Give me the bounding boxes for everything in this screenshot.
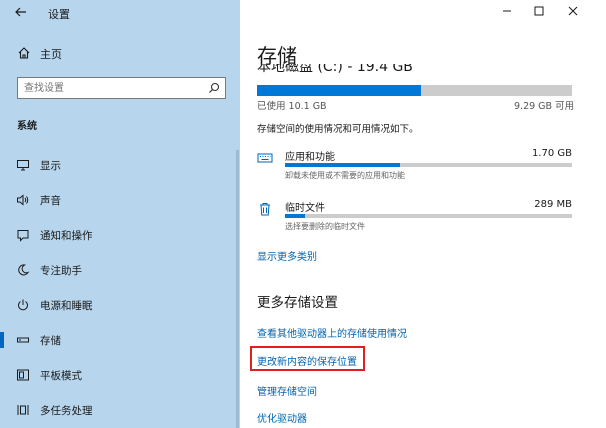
manage-storage-spaces-link[interactable]: 管理存储空间 <box>257 383 317 398</box>
keyboard-icon <box>257 153 273 163</box>
arrow-left-icon <box>15 7 26 17</box>
sidebar-item-power-sleep[interactable]: 电源和睡眠 <box>0 291 240 319</box>
change-save-location-link[interactable]: 更改新内容的保存位置 <box>257 353 357 368</box>
sidebar-item-display[interactable]: 显示 <box>0 151 240 179</box>
sidebar-titlebar: 设置 <box>0 0 240 26</box>
sidebar-item-notifications[interactable]: 通知和操作 <box>0 221 240 249</box>
available-space-label: 9.29 GB 可用 <box>514 101 575 112</box>
home-nav-item[interactable]: 主页 <box>0 42 240 66</box>
home-label: 主页 <box>40 48 62 61</box>
category-name: 应用和功能 <box>285 152 335 163</box>
sidebar-item-label: 通知和操作 <box>40 230 93 242</box>
sidebar-item-sound[interactable]: 声音 <box>0 186 240 214</box>
sidebar-item-label: 专注助手 <box>40 265 82 277</box>
sidebar-item-label: 多任务处理 <box>40 405 93 417</box>
search-icon[interactable] <box>208 82 220 94</box>
storage-usage-bar <box>257 85 572 96</box>
drive-title: 本地磁盘 (C:) - 19.4 GB <box>257 64 413 75</box>
notification-icon <box>17 230 29 242</box>
app-title: 设置 <box>48 8 70 21</box>
maximize-icon <box>534 6 544 16</box>
storage-description: 存储空间的使用情况和可用情况如下。 <box>257 124 419 135</box>
speaker-icon <box>17 194 29 206</box>
category-description: 卸载未使用或不需要的应用和功能 <box>285 171 405 180</box>
moon-icon <box>18 264 30 276</box>
category-temp-files[interactable]: 临时文件 289 MB 选择要删除的临时文件 <box>257 199 572 235</box>
sidebar-item-label: 电源和睡眠 <box>40 300 93 312</box>
optimize-drives-link[interactable]: 优化驱动器 <box>257 410 307 425</box>
multitask-icon <box>17 405 29 415</box>
view-other-drives-link[interactable]: 查看其他驱动器上的存储使用情况 <box>257 325 407 340</box>
sidebar-item-label: 存储 <box>40 335 61 347</box>
category-size: 1.70 GB <box>531 148 572 159</box>
sidebar-item-label: 声音 <box>40 195 61 207</box>
sidebar-scrollbar[interactable] <box>236 150 239 428</box>
more-storage-settings-title: 更多存储设置 <box>257 295 338 311</box>
sidebar-item-multitasking[interactable]: 多任务处理 <box>0 396 240 424</box>
home-icon <box>18 47 30 59</box>
minimize-button[interactable] <box>500 5 514 19</box>
sidebar-item-storage[interactable]: 存储 <box>0 326 240 354</box>
close-icon <box>568 6 578 16</box>
sidebar-item-focus-assist[interactable]: 专注助手 <box>0 256 240 284</box>
storage-icon <box>17 337 29 343</box>
back-button[interactable] <box>14 5 32 21</box>
category-usage-fill <box>285 163 400 167</box>
active-indicator <box>0 332 4 348</box>
category-apps-features[interactable]: 应用和功能 1.70 GB 卸载未使用或不需要的应用和功能 <box>257 148 572 184</box>
maximize-button[interactable] <box>532 5 546 19</box>
show-more-categories-link[interactable]: 显示更多类别 <box>257 248 317 263</box>
category-size: 289 MB <box>534 199 572 210</box>
navigation-pane: 设置 主页 系统 显示 声音 通知和操作 专注助手 电源和睡眠 存储 平板模式 <box>0 0 240 428</box>
storage-usage-fill <box>257 85 421 96</box>
sidebar-item-label: 显示 <box>40 160 61 172</box>
category-usage-fill <box>285 214 306 218</box>
category-description: 选择要删除的临时文件 <box>285 222 365 231</box>
minimize-icon <box>503 10 511 12</box>
trash-icon <box>260 203 270 216</box>
tablet-icon <box>17 369 29 381</box>
sidebar-item-tablet-mode[interactable]: 平板模式 <box>0 361 240 389</box>
content-pane: 存储 本地磁盘 (C:) - 19.4 GB 已使用 10.1 GB 9.29 … <box>240 0 606 428</box>
search-input[interactable] <box>24 81 199 95</box>
category-name: 临时文件 <box>285 203 325 214</box>
search-box[interactable] <box>17 77 226 99</box>
monitor-icon <box>17 160 29 171</box>
close-button[interactable] <box>566 5 580 19</box>
sidebar-item-label: 平板模式 <box>40 370 82 382</box>
category-usage-bar <box>285 163 572 167</box>
used-space-label: 已使用 10.1 GB <box>257 101 327 112</box>
section-label-system: 系统 <box>17 121 37 132</box>
power-icon <box>18 299 28 311</box>
category-usage-bar <box>285 214 572 218</box>
